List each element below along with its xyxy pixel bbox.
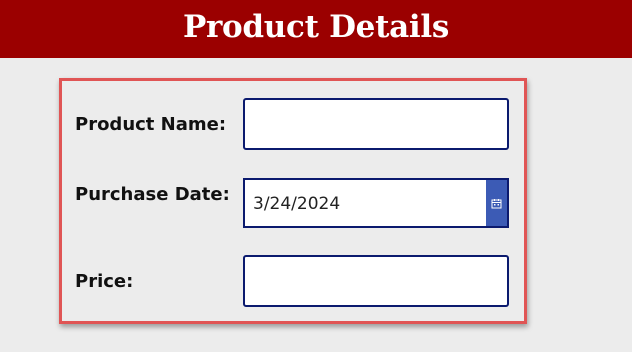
header-bar: Product Details [0, 0, 632, 58]
calendar-button[interactable] [486, 180, 507, 226]
price-label: Price: [75, 271, 134, 292]
price-input[interactable] [243, 255, 509, 307]
calendar-icon [491, 198, 502, 208]
product-name-input[interactable] [243, 98, 509, 150]
purchase-date-value[interactable]: 3/24/2024 [245, 180, 486, 226]
purchase-date-picker[interactable]: 3/24/2024 [243, 178, 509, 228]
product-name-label: Product Name: [75, 114, 227, 135]
page-title: Product Details [182, 9, 450, 45]
purchase-date-label: Purchase Date: [75, 184, 230, 205]
